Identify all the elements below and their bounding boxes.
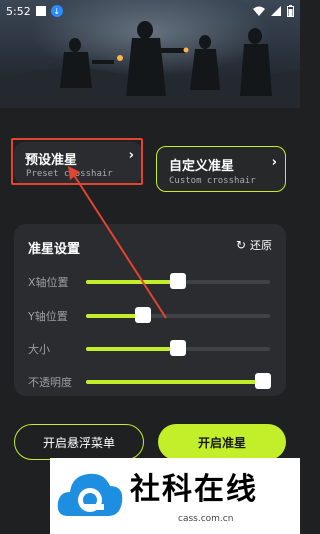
slider-label-x: X轴位置 — [28, 276, 69, 289]
settings-title: 准星设置 — [28, 242, 81, 257]
reset-label: 还原 — [250, 239, 272, 252]
app-square-icon — [35, 6, 46, 16]
download-icon: ↓ — [50, 5, 63, 17]
y-position-slider[interactable] — [86, 307, 270, 323]
signal-icon — [271, 6, 281, 16]
custom-crosshair-card[interactable]: 自定义准星 Custom crosshair › — [156, 146, 286, 192]
watermark-text: 社科在线 — [130, 472, 258, 507]
reset-button[interactable]: ↻ 还原 — [236, 237, 272, 253]
slider-fill — [86, 280, 178, 284]
slider-thumb[interactable] — [170, 340, 186, 356]
cloud-logo-icon — [57, 473, 123, 516]
slider-label-size: 大小 — [28, 343, 50, 356]
watermark-url: cass.com.cn — [178, 514, 234, 524]
size-slider[interactable] — [86, 340, 270, 356]
preset-crosshair-title: 预设准星 — [25, 153, 78, 168]
slider-label-y: Y轴位置 — [28, 310, 68, 323]
chevron-right-icon: › — [128, 148, 134, 163]
slider-fill — [86, 380, 263, 384]
watermark: 社科在线 cass.com.cn — [50, 458, 300, 534]
status-time: 5:52 — [6, 4, 31, 18]
preset-crosshair-card[interactable]: 预设准星 Preset crosshair › — [14, 142, 142, 184]
start-crosshair-button[interactable]: 开启准星 — [158, 424, 286, 460]
status-bar: 5:52 ↓ — [0, 0, 300, 22]
custom-crosshair-subtitle: Custom crosshair — [169, 176, 256, 186]
slider-fill — [86, 347, 178, 351]
opacity-slider[interactable] — [86, 373, 271, 389]
open-floating-menu-button[interactable]: 开启悬浮菜单 — [14, 424, 144, 460]
preset-crosshair-subtitle: Preset crosshair — [26, 169, 113, 179]
slider-thumb[interactable] — [254, 373, 271, 389]
battery-icon — [287, 5, 294, 17]
x-position-slider[interactable] — [86, 273, 270, 289]
crosshair-settings-panel: 准星设置 ↻ 还原 X轴位置 Y轴位置 大小 不透明度 — [14, 224, 286, 396]
slider-thumb[interactable] — [170, 273, 186, 289]
slider-thumb[interactable] — [135, 307, 152, 323]
slider-label-opacity: 不透明度 — [28, 376, 72, 389]
chevron-right-icon: › — [271, 155, 277, 170]
custom-crosshair-title: 自定义准星 — [169, 159, 235, 174]
wifi-icon — [253, 6, 265, 16]
reset-icon: ↻ — [235, 238, 246, 252]
